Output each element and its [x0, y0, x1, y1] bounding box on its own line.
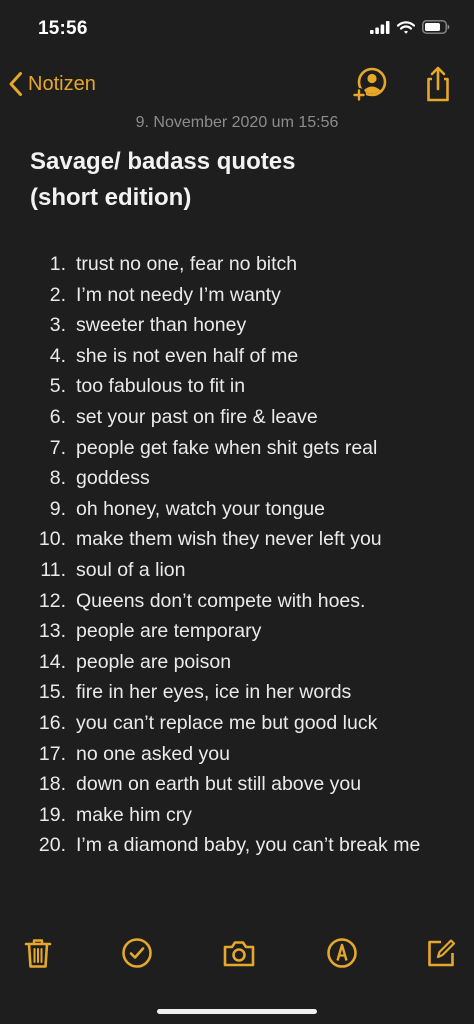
list-item-text: people get fake when shit gets real — [76, 436, 378, 459]
list-item[interactable]: 19. make him cry — [0, 800, 474, 831]
list-item-number: 15. — [38, 681, 66, 704]
checkmark-circle-icon — [122, 938, 152, 968]
list-item-text: people are temporary — [76, 620, 262, 643]
markup-pen-icon — [327, 938, 357, 968]
chevron-left-icon — [9, 72, 22, 96]
home-indicator — [157, 1009, 317, 1014]
list-item-number: 3. — [49, 314, 66, 337]
list-item[interactable]: 5. too fabulous to fit in — [0, 371, 474, 402]
list-item-number: 1. — [49, 253, 66, 275]
nav-bar: Notizen — [0, 60, 474, 108]
quote-list[interactable]: 1. trust no one, fear no bitch 2. I’m not n… — [0, 249, 474, 891]
list-item[interactable]: 11. soul of a lion — [0, 555, 474, 586]
list-item-text: no one asked you — [76, 742, 230, 765]
share-button[interactable] — [418, 64, 458, 104]
status-bar: 15:56 — [0, 0, 474, 56]
list-item[interactable]: 12. Queens don’t compete with hoes. — [0, 586, 474, 617]
back-button-label: Notizen — [28, 72, 96, 95]
list-item-number: 18. — [38, 773, 66, 796]
list-item-text: people are poison — [76, 650, 232, 673]
list-item-text: trust no one, fear no bitch — [76, 253, 298, 275]
status-time: 15:56 — [38, 18, 88, 39]
status-icons — [370, 20, 450, 34]
list-item-text: goddess — [76, 467, 150, 490]
cellular-signal-icon — [370, 20, 390, 34]
list-item-text: fire in her eyes, ice in her words — [76, 681, 352, 704]
list-item-number: 16. — [38, 711, 66, 734]
list-item[interactable]: 13. people are temporary — [0, 616, 474, 647]
list-item-number: 19. — [38, 803, 66, 826]
list-item-text: I’m not needy I’m wanty — [76, 283, 281, 306]
list-item-number: 5. — [49, 375, 66, 398]
add-people-button[interactable] — [350, 64, 390, 104]
markup-button[interactable] — [325, 936, 359, 970]
camera-button[interactable] — [222, 936, 256, 970]
list-item[interactable]: 6. set your past on fire & leave — [0, 402, 474, 433]
compose-icon — [428, 939, 456, 967]
list-item[interactable]: 20. I’m a diamond baby, you can’t break m… — [0, 830, 474, 891]
list-item[interactable]: 4. she is not even half of me — [0, 341, 474, 372]
back-button[interactable]: Notizen — [8, 68, 96, 100]
list-item-text: oh honey, watch your tongue — [76, 497, 325, 520]
list-item-number: 17. — [38, 742, 66, 765]
list-item[interactable]: 9. oh honey, watch your tongue — [0, 494, 474, 525]
list-item[interactable]: 2. I’m not needy I’m wanty — [0, 280, 474, 311]
wifi-icon — [397, 20, 415, 34]
note-date: 9. November 2020 um 15:56 — [135, 114, 339, 131]
checklist-button[interactable] — [120, 936, 154, 970]
list-item-number: 9. — [49, 497, 66, 520]
list-item-text: set your past on fire & leave — [76, 405, 318, 428]
list-item[interactable]: 17. no one asked you — [0, 739, 474, 770]
bottom-toolbar — [0, 928, 474, 976]
note-title-line-2: (short edition) — [30, 184, 192, 211]
list-item[interactable]: 15. fire in her eyes, ice in her words — [0, 677, 474, 708]
list-item-number: 10. — [38, 528, 66, 551]
share-icon — [427, 66, 449, 102]
list-item-text: Queens don’t compete with hoes. — [76, 589, 366, 612]
note-title[interactable]: Savage/ badass quotes (short edition) — [30, 144, 450, 216]
battery-icon — [422, 20, 450, 34]
compose-button[interactable] — [424, 936, 458, 970]
camera-icon — [223, 941, 255, 967]
list-item[interactable]: 14. people are poison — [0, 647, 474, 678]
list-item-text: down on earth but still above you — [76, 773, 362, 796]
list-item-number: 4. — [49, 344, 66, 367]
list-item-text: soul of a lion — [76, 558, 186, 581]
list-item-text: make them wish they never left you — [76, 528, 382, 551]
list-item[interactable]: 16. you can’t replace me but good luck — [0, 708, 474, 739]
list-item-number: 8. — [49, 467, 66, 490]
list-item-text: you can’t replace me but good luck — [76, 711, 378, 734]
list-item-text: sweeter than honey — [76, 314, 247, 337]
list-item-text: I’m a diamond baby, you can’t break me — [76, 834, 421, 857]
list-item-text: she is not even half of me — [76, 344, 299, 367]
list-item-number: 14. — [38, 650, 66, 673]
add-person-icon — [352, 67, 387, 102]
list-item-text: too fabulous to fit in — [76, 375, 246, 398]
list-item[interactable]: 3. sweeter than honey — [0, 310, 474, 341]
list-item-number: 11. — [40, 558, 66, 581]
list-item[interactable]: 10. make them wish they never left you — [0, 524, 474, 555]
list-item[interactable]: 18. down on earth but still above you — [0, 769, 474, 800]
list-item-number: 20. — [38, 834, 66, 857]
list-item-number: 13. — [38, 620, 66, 643]
list-item[interactable]: 1. trust no one, fear no bitch — [0, 249, 474, 280]
delete-button[interactable] — [21, 936, 55, 970]
note-title-line-1: Savage/ badass quotes — [30, 148, 296, 175]
list-item-number: 2. — [49, 283, 66, 306]
list-item[interactable]: 7. people get fake when shit gets real — [0, 433, 474, 464]
list-item-number: 7. — [49, 436, 66, 459]
trash-icon — [24, 939, 52, 968]
list-item-number: 6. — [49, 405, 66, 428]
list-item-text: make him cry — [76, 803, 192, 826]
list-item-number: 12. — [38, 589, 66, 612]
list-item[interactable]: 8. goddess — [0, 463, 474, 494]
